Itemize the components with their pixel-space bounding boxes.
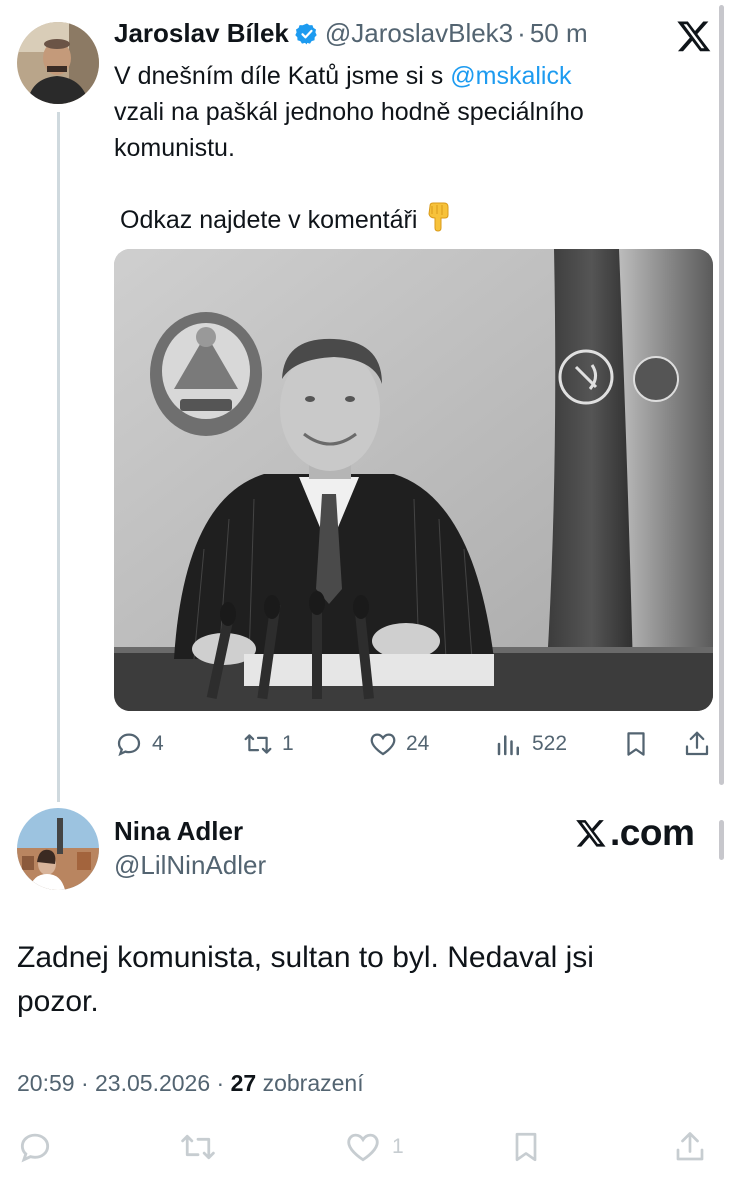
avatar-photo	[17, 808, 99, 890]
repost-icon	[244, 734, 272, 754]
reply-views-label: zobrazení	[262, 1070, 364, 1096]
reply-actions: 1	[0, 1126, 730, 1166]
avatar-photo	[17, 22, 99, 104]
bookmark-icon	[515, 1132, 537, 1162]
watermark-text: com	[619, 812, 695, 853]
repost-count: 1	[282, 732, 294, 755]
reply-button[interactable]: 4	[114, 726, 164, 762]
reply-views-count: 27	[230, 1070, 257, 1096]
share-icon	[676, 1132, 704, 1161]
meta-separator: ·	[517, 18, 526, 48]
share-button[interactable]	[682, 726, 712, 762]
verified-badge-icon	[295, 23, 317, 44]
scrollbar[interactable]	[719, 5, 724, 785]
backhand-index-pointing-down-icon	[428, 202, 449, 232]
like-count: 1	[392, 1135, 404, 1158]
photo-illustration	[114, 249, 713, 711]
bookmark-button[interactable]	[508, 1128, 544, 1166]
heart-icon	[347, 1133, 379, 1162]
tweet-text-paragraph2: Odkaz najdete v komentáři	[114, 202, 674, 238]
x-com-watermark: . com	[574, 812, 695, 854]
tweet-header: Jaroslav Bílek @JaroslavBlek3 · 50 m	[114, 18, 588, 49]
tweet-actions: 4 1 24 522	[114, 726, 714, 762]
like-button[interactable]: 1	[344, 1128, 404, 1166]
bookmark-button[interactable]	[621, 726, 651, 762]
repost-button[interactable]	[178, 1128, 218, 1166]
like-button[interactable]: 24	[368, 726, 429, 762]
share-button[interactable]	[672, 1128, 708, 1166]
tweet-media-image[interactable]	[114, 249, 713, 711]
tweet-text-part2: vzali na paškál jednoho hodně speciálníh…	[114, 98, 584, 162]
x-logo-icon[interactable]	[676, 18, 712, 54]
bookmark-icon	[627, 732, 645, 756]
author-name[interactable]: Jaroslav Bílek	[114, 18, 289, 49]
reply-count: 4	[152, 732, 164, 755]
tweet-text-part1: V dnešním díle Katů jsme si s	[114, 62, 451, 90]
avatar[interactable]	[17, 22, 99, 104]
tweet-time[interactable]: 50 m	[530, 18, 588, 49]
repost-button[interactable]: 1	[242, 726, 294, 762]
reply-icon	[117, 733, 141, 757]
views-button[interactable]: 522	[494, 726, 567, 762]
scrollbar-secondary[interactable]	[719, 820, 724, 860]
meta-separator: ·	[80, 1070, 89, 1096]
tweet-text: V dnešním díle Katů jsme si s @mskalick …	[114, 58, 674, 238]
reply-time[interactable]: 20:59	[17, 1070, 75, 1096]
tweet-text-para2: Odkaz najdete v komentáři	[120, 206, 418, 234]
share-icon	[685, 731, 709, 756]
like-count: 24	[406, 732, 430, 755]
meta-separator: ·	[216, 1070, 225, 1096]
reply-meta: 20:59 · 23.05.2026 · 27 zobrazení	[17, 1070, 364, 1097]
reply-text: Zadnej komunista, sultan to byl. Nedaval…	[17, 941, 594, 1018]
views-count: 522	[532, 732, 568, 755]
thread-connector-line	[57, 112, 60, 802]
reply-button[interactable]	[16, 1128, 54, 1166]
reply-author-handle[interactable]: @LilNinAdler	[114, 850, 266, 881]
x-logo-icon	[576, 820, 606, 847]
reply-icon	[20, 1133, 50, 1163]
mention-link[interactable]: @mskalick	[450, 62, 571, 90]
author-handle[interactable]: @JaroslavBlek3	[325, 18, 513, 49]
reply-date[interactable]: 23.05.2026	[95, 1070, 210, 1096]
views-chart-icon	[497, 735, 519, 756]
heart-icon	[370, 733, 396, 756]
reply-author-name[interactable]: Nina Adler	[114, 816, 243, 847]
avatar[interactable]	[17, 808, 99, 890]
repost-icon	[181, 1134, 215, 1160]
